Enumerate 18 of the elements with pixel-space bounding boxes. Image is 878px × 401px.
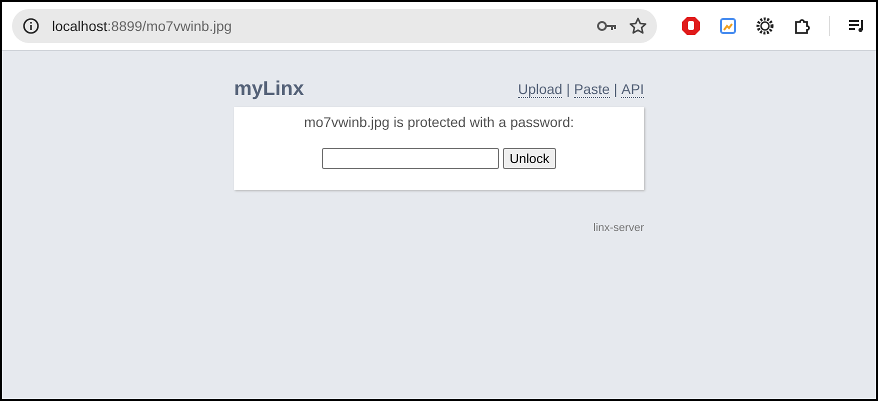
puzzle-icon[interactable] bbox=[793, 17, 811, 35]
url-text[interactable]: localhost:8899/mo7vwinb.jpg bbox=[52, 16, 232, 36]
info-icon[interactable] bbox=[22, 17, 40, 35]
unlock-button[interactable]: Unlock bbox=[502, 148, 556, 169]
nav-link[interactable]: API bbox=[621, 80, 644, 98]
key-icon[interactable] bbox=[597, 20, 617, 32]
site-title: myLinx bbox=[234, 77, 304, 102]
separator: | bbox=[614, 80, 618, 99]
nav-link[interactable]: Paste bbox=[574, 80, 610, 98]
star-icon[interactable] bbox=[629, 17, 647, 35]
address-bar[interactable]: localhost:8899/mo7vwinb.jpg bbox=[12, 9, 657, 43]
footer-text: linx-server bbox=[593, 221, 644, 236]
password-field[interactable] bbox=[322, 148, 499, 169]
playlist-icon[interactable] bbox=[848, 18, 866, 34]
nav-link[interactable]: Upload bbox=[518, 80, 562, 98]
protected-message: mo7vwinb.jpg is protected with a password: bbox=[304, 113, 574, 132]
separator: | bbox=[566, 80, 570, 99]
gear-icon[interactable] bbox=[755, 16, 775, 36]
